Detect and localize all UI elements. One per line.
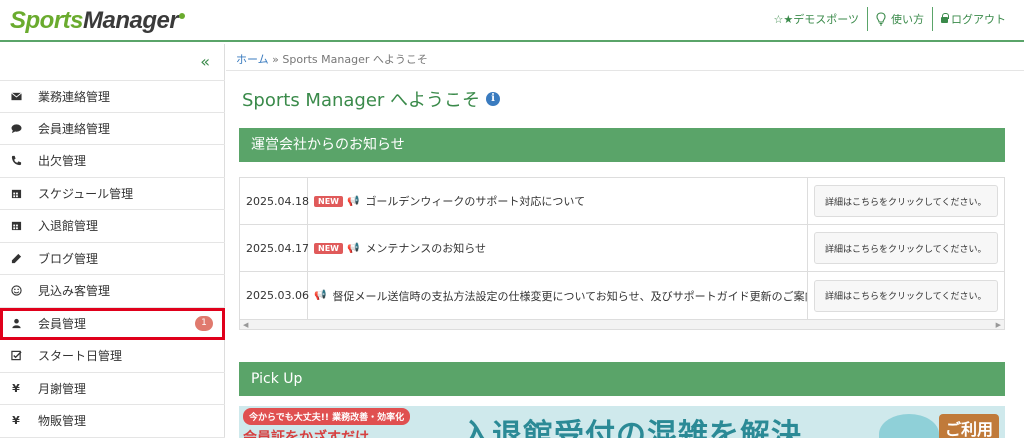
- sidebar-item-label: 物販管理: [38, 414, 87, 429]
- sidebar-item-monthly-fee[interactable]: ¥ 月謝管理: [0, 373, 225, 405]
- breadcrumb-home-link[interactable]: ホーム: [236, 53, 269, 66]
- notice-title: ゴールデンウィークのサポート対応について: [365, 195, 586, 208]
- table-row: 2025.04.18 NEW 📢 ゴールデンウィークのサポート対応について 詳細…: [240, 178, 1004, 225]
- scroll-left-icon[interactable]: ◀: [243, 321, 248, 329]
- banner-decoration: [879, 414, 939, 438]
- main-content: ホーム » Sports Manager へようこそ Sports Manage…: [226, 44, 1024, 438]
- notices-table: 2025.04.18 NEW 📢 ゴールデンウィークのサポート対応について 詳細…: [239, 177, 1005, 320]
- table-row: 2025.04.17 NEW 📢 メンテナンスのお知らせ 詳細はこちらをクリック…: [240, 225, 1004, 272]
- sidebar: « 業務連絡管理 会員連絡管理 出欠管理 スケジュール管理 入退館管理 ブログ管…: [0, 44, 225, 438]
- notice-title-cell: NEW 📢 メンテナンスのお知らせ: [308, 225, 808, 271]
- sidebar-item-label: 月謝管理: [38, 381, 87, 396]
- sidebar-item-label: 見込み客管理: [38, 284, 111, 299]
- notice-title-cell: NEW 📢 ゴールデンウィークのサポート対応について: [308, 178, 808, 224]
- banner-tag: 今からでも大丈夫!! 業務改善・効率化: [243, 408, 411, 425]
- scroll-right-icon[interactable]: ▶: [996, 321, 1001, 329]
- notice-detail-button[interactable]: 詳細はこちらをクリックしてください。: [814, 279, 998, 312]
- member-count-badge: 1: [195, 315, 213, 331]
- notices-heading: 運営会社からのお知らせ: [239, 128, 1005, 162]
- new-badge: NEW: [314, 195, 343, 207]
- sidebar-item-label: 会員連絡管理: [38, 121, 111, 136]
- sidebar-item-label: 出欠管理: [38, 154, 87, 169]
- notice-title-cell: 📢 督促メール送信時の支払方法設定の仕様変更についてお知らせ、及びサポートガイド…: [308, 272, 808, 319]
- sidebar-item-schedule[interactable]: スケジュール管理: [0, 178, 225, 210]
- banner-cta: ご利用: [938, 414, 999, 438]
- header-nav: ☆★デモスポーツ 使い方 ログアウト: [765, 6, 1014, 32]
- breadcrumb-divider: [226, 70, 1024, 71]
- notice-detail-button[interactable]: 詳細はこちらをクリックしてください。: [814, 185, 998, 217]
- lightbulb-icon: [876, 12, 886, 26]
- notice-button-cell: 詳細はこちらをクリックしてください。: [808, 178, 1004, 224]
- logout-label: ログアウト: [951, 13, 1006, 26]
- sidebar-item-business-contact[interactable]: 業務連絡管理: [0, 80, 225, 113]
- breadcrumb: ホーム » Sports Manager へようこそ: [236, 51, 428, 67]
- howto-link[interactable]: 使い方: [868, 6, 932, 32]
- collapse-sidebar-icon[interactable]: «: [200, 52, 210, 71]
- pencil-icon: [10, 252, 22, 264]
- sidebar-item-label: スケジュール管理: [38, 186, 134, 201]
- page-title: Sports Manager へようこそ i: [242, 86, 501, 112]
- smile-icon: [10, 285, 22, 297]
- breadcrumb-separator: »: [272, 53, 279, 66]
- logo-manager: Manager: [83, 7, 179, 34]
- notice-title: 督促メール送信時の支払方法設定の仕様変更についてお知らせ、及びサポートガイド更新…: [332, 289, 808, 303]
- sidebar-item-label: ブログ管理: [38, 251, 99, 266]
- banner-headline: 入退館受付の混雑を解決: [461, 418, 802, 438]
- logout-link[interactable]: ログアウト: [933, 6, 1014, 32]
- comment-icon: [10, 122, 22, 134]
- sidebar-item-label: 入退館管理: [38, 219, 99, 234]
- megaphone-icon: 📢: [346, 195, 360, 207]
- sidebar-item-start-date[interactable]: スタート日管理: [0, 340, 225, 373]
- sidebar-menu: 業務連絡管理 会員連絡管理 出欠管理 スケジュール管理 入退館管理 ブログ管理 …: [0, 80, 225, 438]
- lock-icon: [941, 13, 949, 23]
- yen-icon: ¥: [12, 381, 20, 395]
- sidebar-item-label: 会員管理: [38, 316, 87, 331]
- megaphone-icon: 📢: [346, 242, 360, 254]
- envelope-icon: [10, 90, 22, 102]
- sidebar-item-members[interactable]: 会員管理 1: [0, 307, 225, 340]
- sidebar-item-label: 業務連絡管理: [38, 89, 111, 104]
- notice-title: メンテナンスのお知らせ: [365, 242, 486, 255]
- new-badge: NEW: [314, 242, 343, 254]
- logo-dot-icon: [179, 13, 186, 19]
- pickup-banner[interactable]: 今からでも大丈夫!! 業務改善・効率化 会員証をかざすだけ 入退館受付の混雑を解…: [239, 406, 1005, 438]
- info-icon[interactable]: i: [486, 92, 501, 106]
- sidebar-item-label: スタート日管理: [38, 349, 123, 364]
- megaphone-icon: 📢: [314, 290, 327, 301]
- notice-date: 2025.04.18: [240, 178, 309, 224]
- notice-detail-button[interactable]: 詳細はこちらをクリックしてください。: [814, 232, 998, 264]
- sidebar-item-member-contact[interactable]: 会員連絡管理: [0, 113, 225, 145]
- horizontal-scrollbar[interactable]: ◀ ▶: [239, 320, 1005, 330]
- sidebar-item-blog[interactable]: ブログ管理: [0, 243, 225, 275]
- app-header: SportsManager ☆★デモスポーツ 使い方 ログアウト: [0, 0, 1024, 42]
- user-icon: [10, 317, 22, 329]
- yen-icon: ¥: [12, 414, 20, 428]
- sidebar-item-merchandise[interactable]: ¥ 物販管理: [0, 405, 225, 438]
- notice-date: 2025.04.17: [240, 225, 309, 271]
- sidebar-item-prospects[interactable]: 見込み客管理: [0, 275, 225, 308]
- notice-date: 2025.03.06: [240, 272, 309, 319]
- logo[interactable]: SportsManager: [10, 7, 186, 35]
- notice-button-cell: 詳細はこちらをクリックしてください。: [808, 225, 1004, 271]
- table-row: 2025.03.06 📢 督促メール送信時の支払方法設定の仕様変更についてお知ら…: [240, 272, 1004, 319]
- page-title-text: Sports Manager へようこそ: [242, 90, 481, 111]
- phone-icon: [10, 155, 22, 167]
- demo-account-label: ☆★デモスポーツ: [773, 13, 859, 26]
- calendar-icon: [10, 220, 22, 232]
- sidebar-item-entry-exit[interactable]: 入退館管理: [0, 210, 225, 243]
- sidebar-item-attendance[interactable]: 出欠管理: [0, 145, 225, 178]
- pickup-heading: Pick Up: [239, 362, 1005, 396]
- breadcrumb-current: Sports Manager へようこそ: [282, 53, 428, 66]
- banner-subtitle: 会員証をかざすだけ: [243, 430, 369, 438]
- notice-button-cell: 詳細はこちらをクリックしてください。: [808, 272, 1004, 319]
- demo-account-link[interactable]: ☆★デモスポーツ: [765, 6, 867, 32]
- calendar-icon: [10, 187, 22, 199]
- logo-sports: Sports: [10, 7, 84, 34]
- howto-label: 使い方: [891, 13, 924, 26]
- checkbox-icon: [10, 350, 22, 362]
